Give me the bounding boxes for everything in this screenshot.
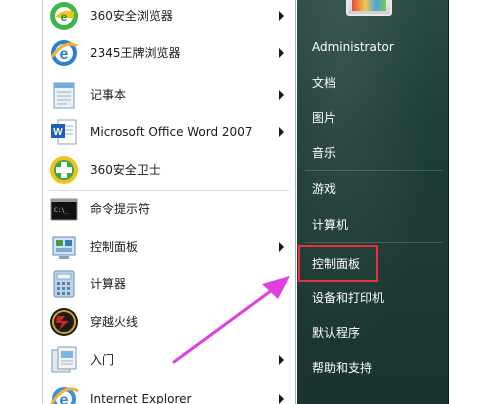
program-360-safe[interactable]: 360安全卫士 xyxy=(43,152,295,188)
program-notepad[interactable]: 记事本 xyxy=(43,77,295,113)
cmd-icon: C:\_ xyxy=(50,198,78,221)
menu-item-help-support[interactable]: 帮助和支持 xyxy=(312,357,372,379)
crossfire-icon xyxy=(50,308,78,336)
360-safe-icon xyxy=(50,156,78,184)
ie-icon: e xyxy=(49,387,79,404)
menu-item-documents[interactable]: 文档 xyxy=(312,72,336,94)
program-label: 360安全卫士 xyxy=(90,163,161,177)
submenu-arrow-icon xyxy=(279,90,284,100)
program-calculator[interactable]: 计算器 xyxy=(43,266,295,302)
control-panel-icon xyxy=(52,236,76,259)
program-label: 穿越火线 xyxy=(90,315,139,329)
360-browser-icon: e xyxy=(50,2,78,30)
menu-item-administrator[interactable]: Administrator xyxy=(312,36,394,58)
svg-text:W: W xyxy=(53,127,63,138)
menu-item-devices-printers[interactable]: 设备和打印机 xyxy=(312,287,384,309)
menu-item-default-programs[interactable]: 默认程序 xyxy=(312,322,360,344)
calculator-icon xyxy=(53,270,75,298)
submenu-arrow-icon xyxy=(279,394,284,404)
program-label: 命令提示符 xyxy=(90,202,151,216)
program-label: 控制面板 xyxy=(90,240,139,254)
divider xyxy=(305,242,443,243)
program-label: 计算器 xyxy=(90,277,127,291)
program-getting-started[interactable]: 入门 xyxy=(43,342,295,378)
submenu-arrow-icon xyxy=(279,355,284,365)
program-word-2007[interactable]: W Microsoft Office Word 2007 xyxy=(43,114,295,150)
getting-started-icon xyxy=(51,346,77,373)
highlight-box xyxy=(298,245,378,282)
program-label: 记事本 xyxy=(90,88,127,102)
svg-text:C:\_: C:\_ xyxy=(54,207,69,214)
program-360-browser[interactable]: e 360安全浏览器 xyxy=(43,0,295,34)
word-icon: W xyxy=(51,119,77,145)
svg-text:e: e xyxy=(61,10,68,24)
program-2345-browser[interactable]: e 2345王牌浏览器 xyxy=(43,35,295,71)
menu-item-pictures[interactable]: 图片 xyxy=(312,107,336,129)
submenu-arrow-icon xyxy=(279,11,284,21)
notepad-icon xyxy=(53,82,75,109)
program-label: 入门 xyxy=(90,353,115,367)
menu-item-games[interactable]: 游戏 xyxy=(312,178,336,200)
submenu-arrow-icon xyxy=(279,127,284,137)
program-crossfire[interactable]: 穿越火线 xyxy=(43,304,295,340)
menu-item-computer[interactable]: 计算机 xyxy=(312,214,348,236)
program-internet-explorer[interactable]: e Internet Explorer xyxy=(43,381,295,404)
divider xyxy=(305,170,443,171)
2345-browser-icon: e xyxy=(50,40,78,66)
programs-panel: e 360安全浏览器 e 2345王牌浏览器 记事本 W Microsoft O… xyxy=(42,0,296,404)
program-label: Internet Explorer xyxy=(90,392,192,404)
program-label: 2345王牌浏览器 xyxy=(90,46,181,60)
program-label: 360安全浏览器 xyxy=(90,9,173,23)
program-cmd[interactable]: C:\_ 命令提示符 xyxy=(43,191,295,227)
program-control-panel[interactable]: 控制面板 xyxy=(43,229,295,265)
user-avatar[interactable] xyxy=(346,0,392,16)
submenu-arrow-icon xyxy=(279,242,284,252)
program-label: Microsoft Office Word 2007 xyxy=(90,125,253,139)
submenu-arrow-icon xyxy=(279,48,284,58)
avatar-image xyxy=(352,0,386,11)
menu-item-music[interactable]: 音乐 xyxy=(312,142,336,164)
